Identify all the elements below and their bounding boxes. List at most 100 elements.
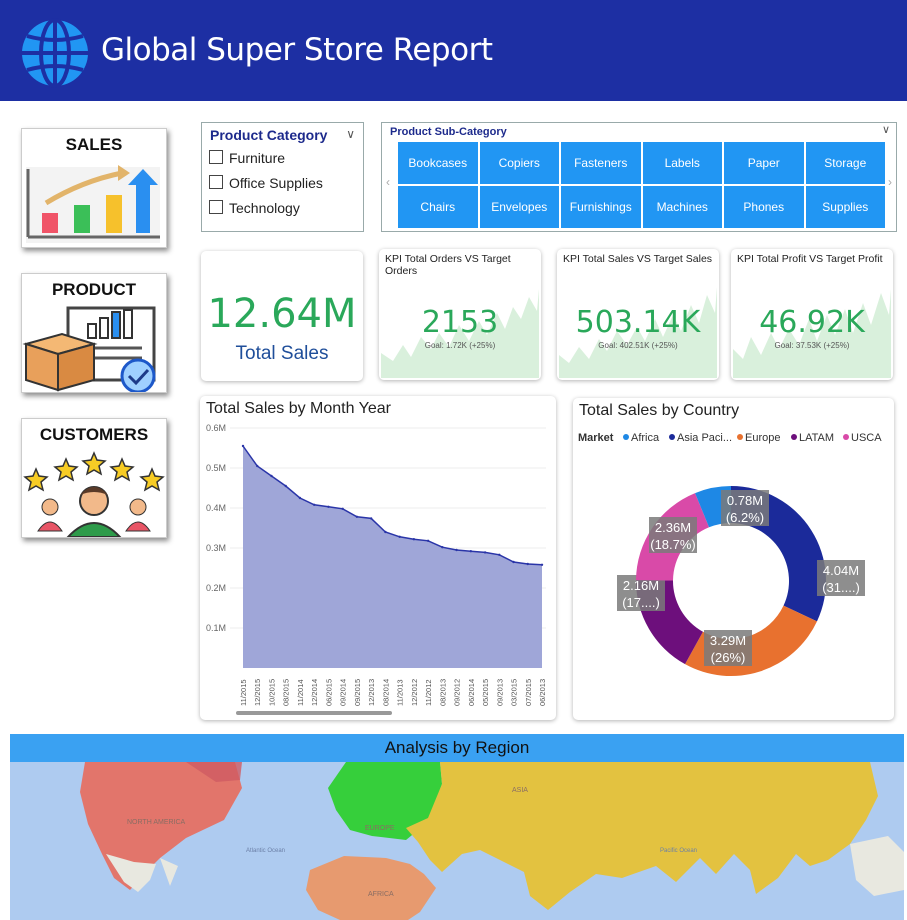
- y-tick-label: 0.3M: [206, 543, 226, 553]
- page-title: Global Super Store Report: [101, 32, 493, 68]
- data-point: [483, 551, 487, 554]
- legend-item: USCA: [851, 432, 882, 444]
- legend-marker: [623, 434, 629, 440]
- legend-title: Market: [578, 432, 614, 444]
- product-category-slicer: Product Category ∨ Furniture Office Supp…: [201, 122, 364, 232]
- sub-category-tile[interactable]: Labels: [642, 142, 722, 184]
- total-sales-label: Total Sales: [235, 343, 329, 364]
- data-label-pct: (26%): [711, 650, 746, 665]
- nav-sales-label: SALES: [65, 135, 123, 154]
- area-fill: [243, 446, 542, 668]
- data-point: [498, 553, 501, 556]
- x-tick-label: 06/2015: [324, 679, 333, 706]
- nav-customers-button[interactable]: CUSTOMERS: [21, 418, 167, 538]
- data-label-pct: (6.2%): [726, 510, 764, 525]
- y-tick-label: 0.2M: [206, 583, 226, 593]
- map-label: Pacific Ocean: [660, 848, 697, 854]
- sub-category-tile[interactable]: Paper: [724, 142, 804, 184]
- sub-category-tile[interactable]: Supplies: [805, 186, 885, 228]
- sub-category-tile[interactable]: Copiers: [479, 142, 559, 184]
- checkbox[interactable]: [209, 200, 223, 214]
- sub-category-tile[interactable]: Phones: [724, 186, 804, 228]
- x-tick-label: 11/2015: [239, 679, 248, 706]
- option-label: Furniture: [229, 150, 286, 166]
- nav-product-label: PRODUCT: [51, 280, 137, 299]
- data-point: [512, 560, 515, 564]
- x-tick-label: 09/2012: [453, 679, 462, 706]
- y-tick-label: 0.4M: [206, 503, 226, 513]
- y-tick-label: 0.6M: [206, 423, 226, 433]
- scroll-right-icon[interactable]: ›: [888, 175, 892, 189]
- option-furniture[interactable]: Furniture: [209, 150, 285, 166]
- data-point: [284, 484, 287, 488]
- y-tick-label: 0.5M: [206, 463, 226, 473]
- kpi-goal: Goal: 402.51K (+25%): [598, 341, 678, 350]
- sales-by-month-chart: Total Sales by Month Year 0.6M 0.5M 0.4M 0.…: [200, 396, 556, 720]
- x-tick-label: 05/2015: [481, 679, 490, 706]
- scroll-left-icon[interactable]: ‹: [386, 175, 390, 189]
- option-office-supplies[interactable]: Office Supplies: [209, 175, 323, 191]
- sales-by-country-chart: Total Sales by Country Market Africa Asia …: [573, 398, 894, 720]
- x-tick-label: 12/2013: [367, 679, 376, 706]
- data-label-value: 2.36M: [655, 520, 691, 535]
- sub-category-tile[interactable]: Chairs: [398, 186, 478, 228]
- kpi-profit-card: KPI Total Profit VS Target Profit 46.92K…: [731, 249, 893, 380]
- sub-category-tile[interactable]: Envelopes: [479, 186, 559, 228]
- kpi-sales-card: KPI Total Sales VS Target Sales 503.14K …: [557, 249, 719, 380]
- sub-category-tile[interactable]: Bookcases: [398, 142, 478, 184]
- x-tick-label: 07/2015: [524, 679, 533, 706]
- checkbox[interactable]: [209, 175, 223, 189]
- x-tick-label: 11/2012: [424, 679, 433, 706]
- sub-category-tile[interactable]: Furnishings: [561, 186, 641, 228]
- data-point: [369, 517, 373, 520]
- report-header: Global Super Store Report: [0, 0, 907, 101]
- donut-chart-svg: Market Africa Asia Paci... Europe LATAM USCA 4…: [578, 432, 882, 676]
- data-point: [469, 550, 473, 553]
- map-label: ASIA: [512, 787, 528, 794]
- kpi-title: KPI Total Sales VS Target Sales: [563, 253, 713, 265]
- x-tick-label: 03/2015: [510, 679, 519, 706]
- nav-sales-button[interactable]: SALES: [21, 128, 167, 248]
- x-tick-label: 11/2013: [396, 679, 405, 706]
- legend-marker: [791, 434, 797, 440]
- kpi-goal: Goal: 37.53K (+25%): [774, 341, 850, 350]
- option-technology[interactable]: Technology: [209, 200, 300, 216]
- sub-category-tile[interactable]: Fasteners: [561, 142, 641, 184]
- map-label: EUROPE: [365, 825, 395, 832]
- nav-product-button[interactable]: PRODUCT: [21, 273, 167, 393]
- sub-category-tile[interactable]: Storage: [805, 142, 885, 184]
- globe-icon: [22, 18, 88, 88]
- data-label-pct: (18.7%): [650, 537, 696, 552]
- kpi-orders-card: KPI Total Orders VS Target Orders 2153 G…: [379, 249, 541, 380]
- kpi-value: 46.92K: [759, 305, 865, 340]
- region-title: Analysis by Region: [10, 734, 904, 762]
- kpi-title: KPI Total Profit VS Target Profit: [737, 253, 883, 265]
- data-point: [540, 563, 544, 566]
- option-label: Technology: [229, 200, 300, 216]
- chevron-down-icon[interactable]: ∨: [346, 127, 355, 141]
- kpi-value: 503.14K: [575, 305, 701, 340]
- data-label-pct: (17....): [622, 595, 660, 610]
- data-point: [441, 546, 444, 549]
- data-point: [327, 505, 330, 508]
- world-map[interactable]: NORTH AMERICA EUROPE ASIA AFRICA Atlanti…: [10, 762, 904, 920]
- option-label: Office Supplies: [229, 175, 323, 191]
- area-chart-svg: 0.6M 0.5M 0.4M 0.3M 0.2M 0.1M 11/2015 12/2015 10…: [206, 423, 547, 715]
- legend-marker: [843, 434, 849, 440]
- scrollbar: [236, 711, 392, 715]
- chevron-down-icon[interactable]: ∨: [882, 123, 890, 136]
- map-label: AFRICA: [368, 891, 394, 898]
- legend-marker: [669, 434, 675, 440]
- total-sales-value: 12.64M: [207, 291, 357, 337]
- x-tick-label: 12/2014: [310, 679, 319, 706]
- sub-category-tile[interactable]: Machines: [642, 186, 722, 228]
- x-tick-label: 08/2013: [438, 679, 447, 706]
- data-point: [270, 474, 273, 478]
- x-tick-label: 12/2012: [410, 679, 419, 706]
- legend-marker: [737, 434, 743, 440]
- x-tick-label: 10/2015: [267, 679, 276, 706]
- sub-category-tiles: Bookcases Copiers Fasteners Labels Paper Stor…: [398, 142, 885, 228]
- checkbox[interactable]: [209, 150, 223, 164]
- data-label-value: 0.78M: [727, 493, 763, 508]
- legend-item: Africa: [631, 432, 660, 444]
